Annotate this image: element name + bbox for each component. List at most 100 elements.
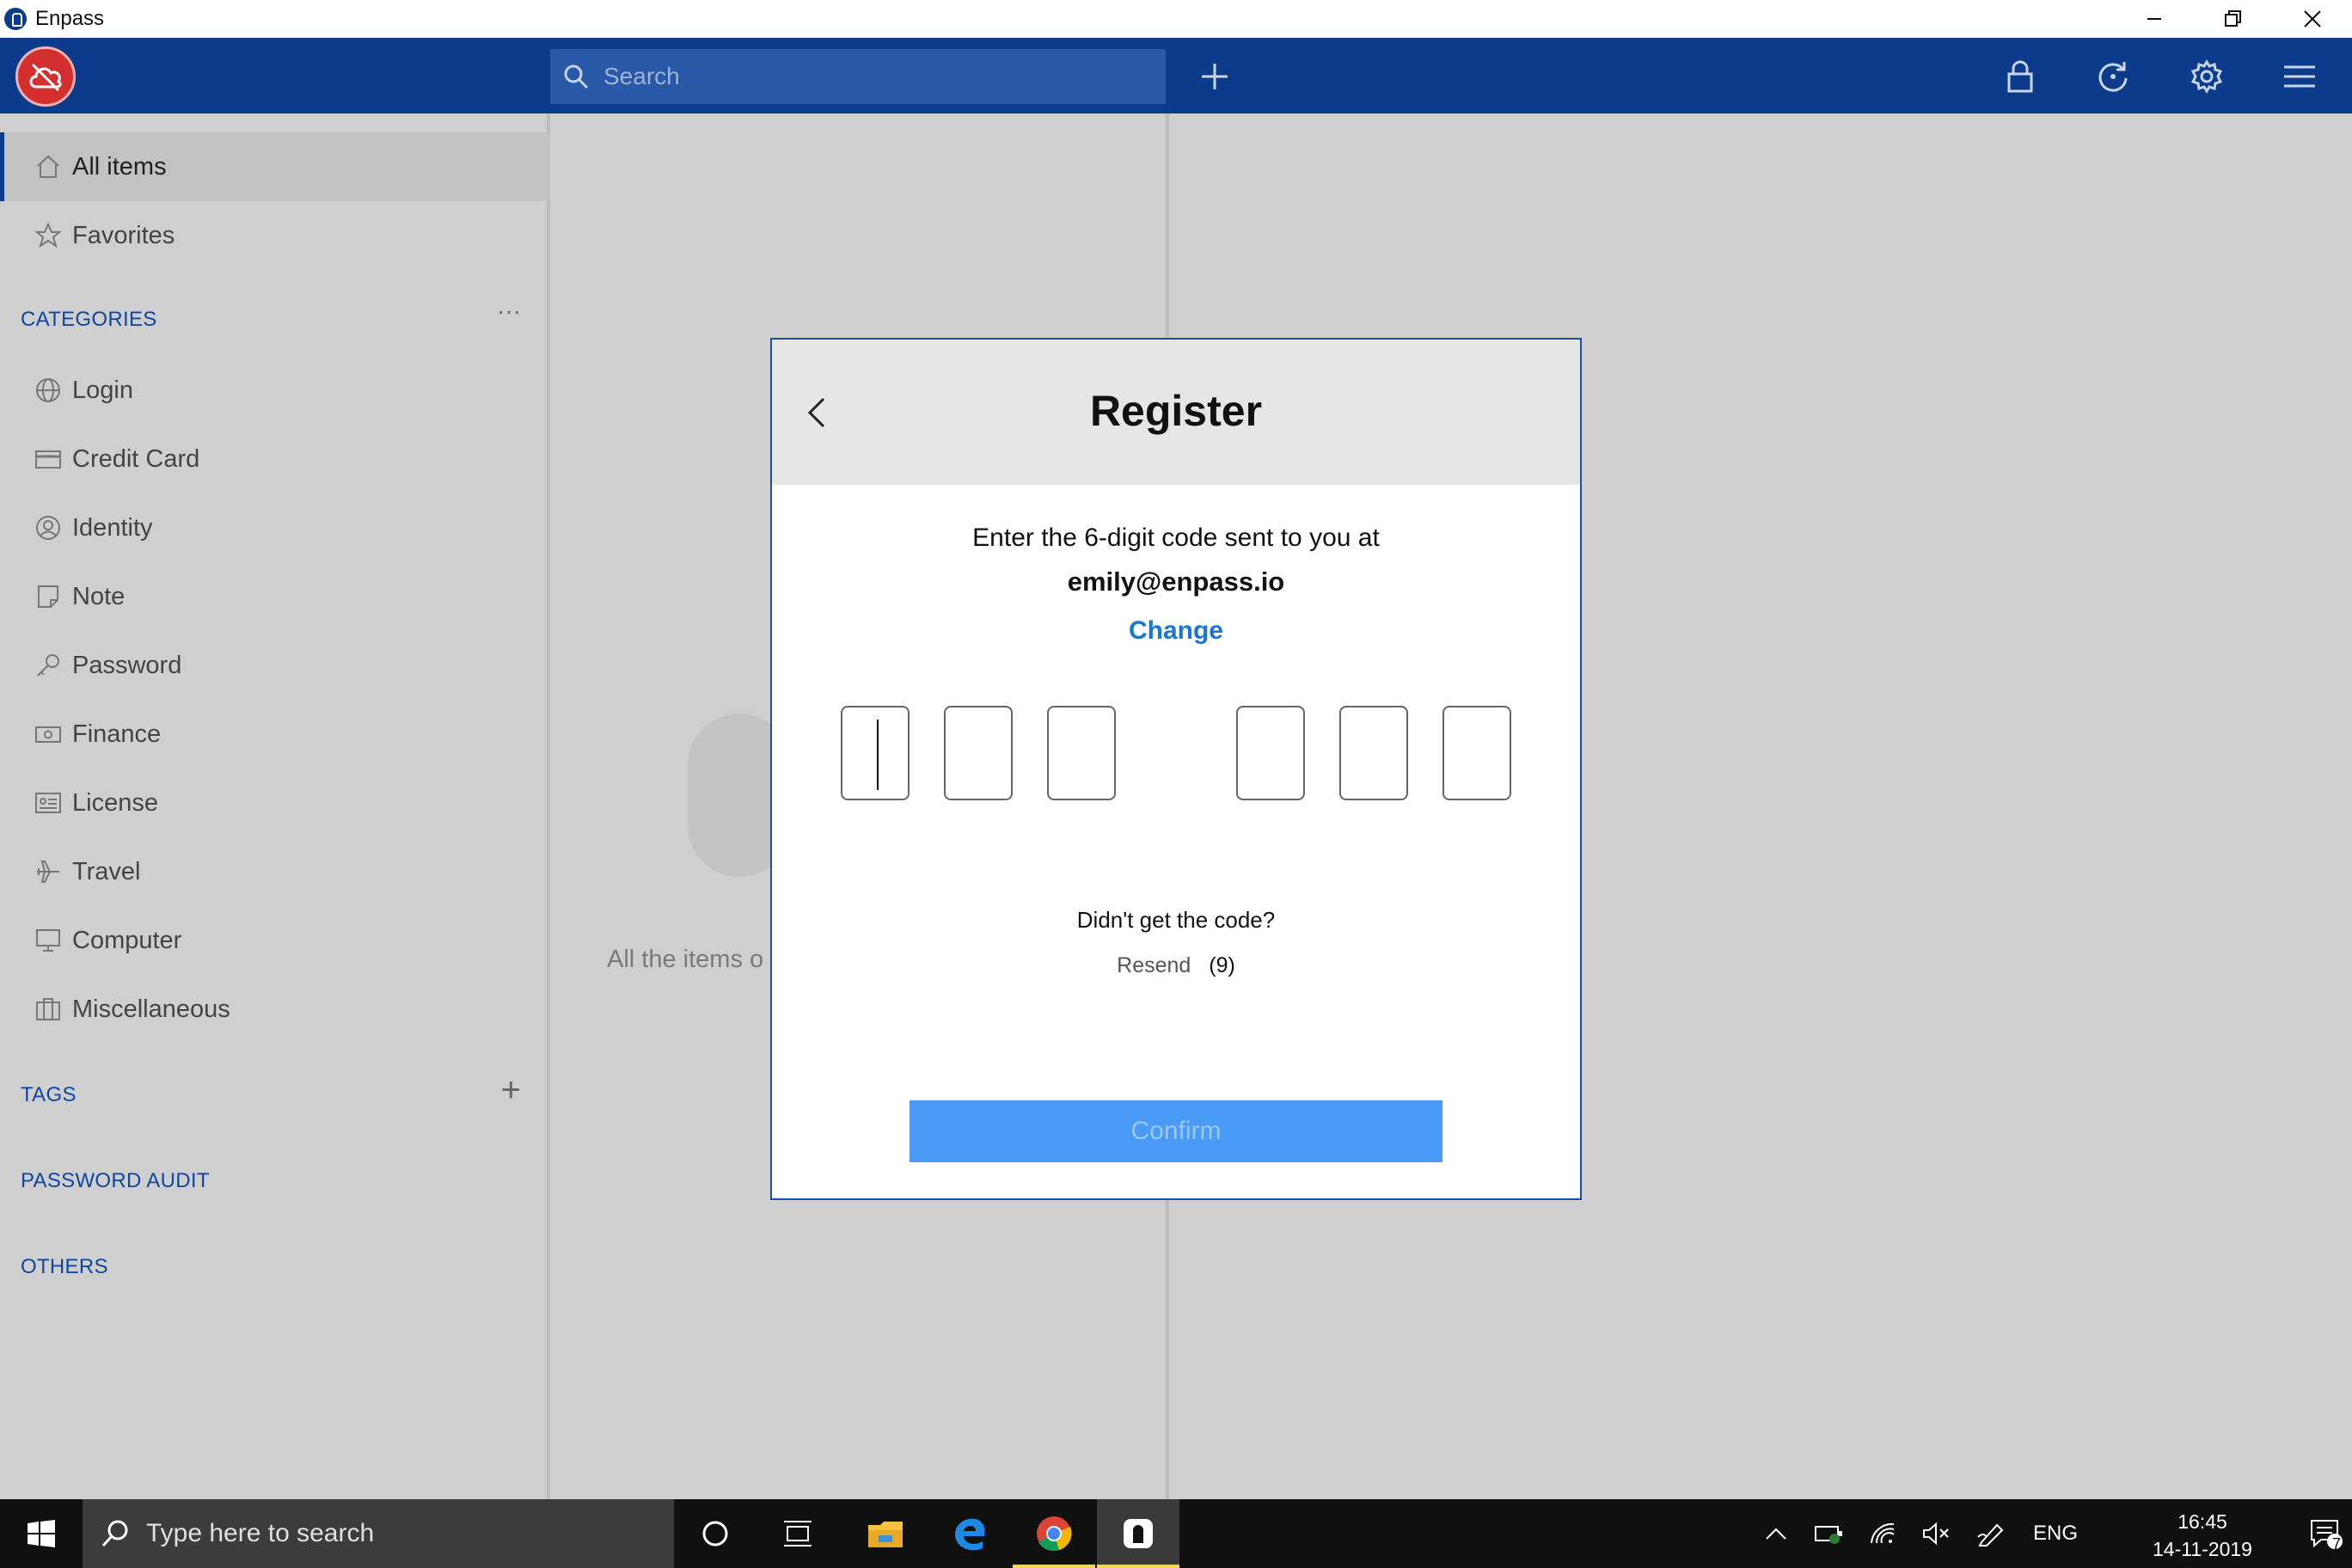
close-button[interactable] (2273, 0, 2352, 38)
start-button[interactable] (0, 1499, 83, 1568)
sidebar-item-label: Credit Card (72, 444, 200, 473)
menu-button[interactable] (2278, 55, 2321, 98)
taskbar-search-box[interactable]: Type here to search (83, 1499, 674, 1568)
sidebar-item-license[interactable]: License (0, 769, 550, 837)
notification-count-badge: 7 (2331, 1535, 2341, 1553)
star-icon (33, 220, 64, 251)
registered-email: emily@enpass.io (1067, 567, 1285, 597)
code-digit-2[interactable] (944, 706, 1013, 800)
code-digit-6[interactable] (1442, 706, 1511, 800)
cortana-button[interactable] (674, 1499, 756, 1568)
settings-button[interactable] (2185, 55, 2228, 98)
task-view-button[interactable] (756, 1499, 839, 1568)
sidebar-item-label: Travel (72, 857, 141, 885)
minimize-button[interactable] (2115, 0, 2194, 38)
app-header (0, 38, 2352, 113)
sidebar-item-label: License (72, 788, 158, 817)
running-indicator (1013, 1565, 1095, 1568)
code-digit-4[interactable] (1236, 706, 1305, 800)
search-box[interactable] (550, 49, 1166, 104)
battery-icon (1815, 1526, 1842, 1544)
dialog-title: Register (1089, 387, 1263, 435)
cortana-circle-icon (702, 1521, 728, 1547)
chrome-icon (1037, 1516, 1072, 1552)
show-hidden-icons-button[interactable] (1750, 1499, 1802, 1568)
sidebar-item-label: Computer (72, 926, 182, 954)
add-tag-button[interactable]: + (501, 1071, 521, 1110)
volume-muted-icon (1923, 1522, 1949, 1546)
sync-icon (2098, 62, 2128, 92)
no-code-text: Didn't get the code? (1076, 907, 1276, 933)
key-icon (33, 650, 64, 681)
resend-button[interactable]: Resend (1117, 953, 1191, 977)
system-clock[interactable]: 16:45 14-11-2019 (2134, 1508, 2271, 1563)
restore-button[interactable] (2194, 0, 2273, 38)
sidebar-item-note[interactable]: Note (0, 562, 550, 631)
sidebar-item-password[interactable]: Password (0, 631, 550, 700)
system-tray: ENG 16:45 14-11-2019 7 (1750, 1499, 2352, 1568)
sidebar-item-label: Miscellaneous (72, 995, 230, 1023)
file-explorer-button[interactable] (844, 1499, 927, 1568)
search-icon (564, 64, 589, 89)
categories-more-button[interactable]: ··· (497, 297, 521, 325)
enpass-taskbar-button[interactable] (1097, 1499, 1179, 1568)
globe-icon (33, 375, 64, 406)
network-button[interactable] (1857, 1499, 1908, 1568)
clock-date: 14-11-2019 (2153, 1538, 2252, 1560)
windows-logo-icon (28, 1520, 55, 1547)
sidebar-item-credit-card[interactable]: Credit Card (0, 425, 550, 493)
hamburger-menu-icon (2284, 65, 2315, 88)
sidebar-item-login[interactable]: Login (0, 356, 550, 425)
sidebar-item-label: Note (72, 582, 126, 610)
tags-header[interactable]: TAGS (21, 1083, 77, 1107)
others-header[interactable]: OTHERS (21, 1255, 108, 1279)
sync-button[interactable] (2092, 55, 2135, 98)
sidebar-item-label: Identity (72, 513, 153, 542)
change-email-link-label[interactable]: Change (1129, 616, 1223, 645)
chevron-up-icon (1766, 1528, 1786, 1540)
sidebar: All items Favorites CATEGORIES ··· Login… (0, 113, 550, 1499)
title-bar: Enpass (0, 0, 2352, 38)
change-email-link[interactable]: Change (772, 616, 1580, 646)
finance-icon (33, 719, 64, 750)
code-digit-5[interactable] (1339, 706, 1408, 800)
sidebar-item-identity[interactable]: Identity (0, 493, 550, 562)
lock-icon (2007, 60, 2033, 93)
sidebar-item-favorites[interactable]: Favorites (0, 201, 550, 270)
enpass-keyhole-icon (1124, 1519, 1153, 1548)
sidebar-item-all-items[interactable]: All items (0, 132, 550, 201)
home-icon (33, 151, 64, 182)
taskbar-search-icon (101, 1520, 128, 1547)
battery-button[interactable] (1804, 1499, 1855, 1568)
clock-time: 16:45 (2177, 1510, 2227, 1533)
volume-button[interactable] (1910, 1499, 1962, 1568)
minimize-icon (2147, 18, 2161, 20)
action-center-button[interactable]: 7 (2300, 1499, 2352, 1568)
active-indicator (1097, 1565, 1179, 1568)
chrome-browser-button[interactable] (1013, 1499, 1095, 1568)
confirm-button[interactable]: Confirm (910, 1100, 1442, 1162)
sidebar-item-label: Finance (72, 720, 162, 748)
password-audit-header[interactable]: PASSWORD AUDIT (21, 1169, 210, 1193)
sidebar-item-computer[interactable]: Computer (0, 906, 550, 975)
lock-button[interactable] (1999, 55, 2042, 98)
add-item-button[interactable] (1193, 55, 1236, 98)
sidebar-item-travel[interactable]: Travel (0, 837, 550, 906)
pen-icon (1977, 1523, 2004, 1547)
sidebar-item-label: All items (72, 152, 167, 181)
window-title: Enpass (35, 7, 105, 30)
search-input[interactable] (603, 63, 1154, 90)
sidebar-item-finance[interactable]: Finance (0, 700, 550, 769)
code-digit-3[interactable] (1047, 706, 1116, 800)
taskbar-search-placeholder: Type here to search (146, 1519, 375, 1547)
wifi-icon (1871, 1522, 1895, 1544)
code-digit-1[interactable] (841, 706, 910, 800)
sync-status-button[interactable] (15, 46, 76, 107)
license-icon (33, 787, 64, 818)
input-language-button[interactable]: ENG (2024, 1499, 2087, 1568)
resend-row: Resend (9) (772, 953, 1580, 978)
empty-state-text: All the items o (607, 946, 764, 973)
sidebar-item-miscellaneous[interactable]: Miscellaneous (0, 975, 550, 1044)
edge-browser-button[interactable] (928, 1499, 1011, 1568)
pen-ink-button[interactable] (1963, 1499, 2020, 1568)
